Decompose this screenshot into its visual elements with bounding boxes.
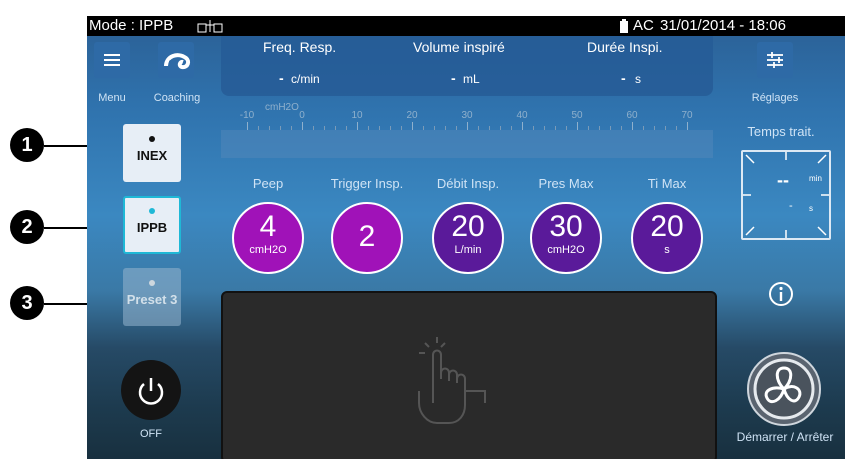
settings-button[interactable] bbox=[757, 42, 793, 78]
timer-title: Temps trait. bbox=[747, 124, 815, 139]
setting-knob-3[interactable]: 30 cmH2O bbox=[530, 202, 602, 274]
mode-inex-button[interactable]: INEX bbox=[123, 124, 181, 182]
mode-inex-label: INEX bbox=[136, 148, 168, 163]
mode-ippb-button[interactable]: IPPB bbox=[123, 196, 181, 254]
start-stop-label: Démarrer / Arrêter bbox=[736, 430, 834, 444]
setting-knob-1[interactable]: 2 bbox=[331, 202, 403, 274]
timer-seconds: - bbox=[789, 200, 793, 212]
mode-label: Mode : IPPB bbox=[89, 17, 174, 34]
callout-1: 1 bbox=[10, 128, 44, 162]
settings-label: Réglages bbox=[751, 92, 799, 104]
fan-icon bbox=[747, 352, 821, 426]
setting-value-4: 20 bbox=[650, 210, 684, 243]
status-bar: Mode : IPPB AC 31/01/2014 - 18:06 bbox=[87, 16, 845, 36]
gauge-tick bbox=[412, 122, 413, 130]
mode-preset3-indicator bbox=[149, 280, 155, 286]
gauge-tick bbox=[467, 122, 468, 130]
mode-inex-indicator bbox=[149, 136, 155, 142]
pressure-gauge: cmH2O -10 0 10 20 30 40 50 60 70 bbox=[221, 102, 713, 160]
menu-label: Menu bbox=[98, 92, 126, 104]
duree-unit: s bbox=[635, 72, 641, 86]
gauge-tick-label: -10 bbox=[239, 110, 255, 121]
setting-value-0: 4 bbox=[259, 210, 277, 243]
timer-s-unit: s bbox=[809, 204, 813, 213]
power-label: OFF bbox=[140, 428, 162, 440]
volume-unit: mL bbox=[463, 72, 480, 86]
gauge-tick bbox=[687, 122, 688, 130]
gauge-tick bbox=[302, 122, 303, 130]
gauge-tick-label: 50 bbox=[571, 110, 583, 121]
info-icon bbox=[769, 282, 793, 306]
gauge-tick-label: 20 bbox=[406, 110, 418, 121]
mode-preset3-button[interactable]: Preset 3 bbox=[123, 268, 181, 326]
callout-2: 2 bbox=[10, 210, 44, 244]
duree-title: Durée Inspi. bbox=[587, 39, 663, 55]
battery-icon bbox=[619, 19, 629, 37]
measurements-panel: Freq. Resp. - c/min Volume inspiré - mL … bbox=[221, 36, 713, 96]
setting-label-1: Trigger Insp. bbox=[330, 176, 404, 191]
coaching-button[interactable] bbox=[158, 42, 194, 78]
coaching-label: Coaching bbox=[153, 92, 201, 104]
freq-value: - bbox=[279, 70, 284, 86]
sliders-icon bbox=[767, 52, 783, 68]
volume-value: - bbox=[451, 70, 456, 86]
setting-unit-3: cmH2O bbox=[547, 244, 585, 256]
gauge-tick-label: 60 bbox=[626, 110, 638, 121]
pressure-indicator-icon bbox=[197, 19, 223, 37]
setting-value-3: 30 bbox=[549, 210, 583, 243]
duree-value: - bbox=[621, 70, 626, 86]
setting-label-0: Peep bbox=[252, 176, 284, 191]
timer-minutes: -- bbox=[777, 170, 789, 190]
gauge-scale: -10 0 10 20 30 40 50 60 70 bbox=[221, 110, 713, 130]
setting-knob-2[interactable]: 20 L/min bbox=[432, 202, 504, 274]
callout-3: 3 bbox=[10, 286, 44, 320]
power-source: AC bbox=[633, 17, 654, 34]
gauge-tick bbox=[632, 122, 633, 130]
gauge-bar bbox=[221, 130, 713, 158]
gauge-tick-label: 40 bbox=[516, 110, 528, 121]
datetime: 31/01/2014 - 18:06 bbox=[660, 17, 786, 34]
setting-label-2: Débit Insp. bbox=[436, 176, 500, 191]
gauge-tick-label: 30 bbox=[461, 110, 473, 121]
chameleon-icon bbox=[164, 53, 191, 70]
mode-ippb-indicator bbox=[149, 208, 155, 214]
setting-unit-2: L/min bbox=[454, 244, 482, 256]
power-icon bbox=[138, 378, 164, 405]
setting-knob-4[interactable]: 20 s bbox=[631, 202, 703, 274]
freq-unit: c/min bbox=[291, 72, 320, 86]
gauge-tick bbox=[577, 122, 578, 130]
treatment-timer: -- min - s bbox=[741, 150, 831, 240]
power-button[interactable] bbox=[121, 360, 181, 420]
hamburger-icon bbox=[104, 54, 120, 66]
menu-button[interactable] bbox=[94, 42, 130, 78]
setting-unit-4: s bbox=[664, 244, 670, 256]
start-stop-button[interactable] bbox=[745, 350, 823, 428]
device-screen: Mode : IPPB AC 31/01/2014 - 18:06 Menu C… bbox=[87, 16, 845, 459]
gauge-tick bbox=[247, 122, 248, 130]
freq-title: Freq. Resp. bbox=[263, 39, 337, 55]
gauge-tick bbox=[357, 122, 358, 130]
gauge-tick bbox=[522, 122, 523, 130]
setting-label-3: Pres Max bbox=[538, 176, 594, 191]
mode-preset3-label: Preset 3 bbox=[126, 292, 178, 307]
gauge-tick-label: 0 bbox=[299, 110, 305, 121]
setting-value-1: 2 bbox=[358, 220, 376, 253]
gauge-tick-label: 70 bbox=[681, 110, 693, 121]
volume-title: Volume inspiré bbox=[413, 39, 505, 55]
setting-label-4: Ti Max bbox=[647, 176, 687, 191]
graph-panel[interactable] bbox=[221, 291, 717, 459]
info-button[interactable] bbox=[767, 280, 795, 308]
setting-value-2: 20 bbox=[451, 210, 485, 243]
mode-ippb-label: IPPB bbox=[136, 220, 168, 235]
timer-min-unit: min bbox=[809, 174, 822, 183]
setting-unit-0: cmH2O bbox=[249, 244, 287, 256]
gauge-tick-label: 10 bbox=[351, 110, 363, 121]
touch-hand-icon bbox=[418, 337, 486, 424]
timer-frame-icon bbox=[743, 152, 829, 238]
setting-knob-0[interactable]: 4 cmH2O bbox=[232, 202, 304, 274]
